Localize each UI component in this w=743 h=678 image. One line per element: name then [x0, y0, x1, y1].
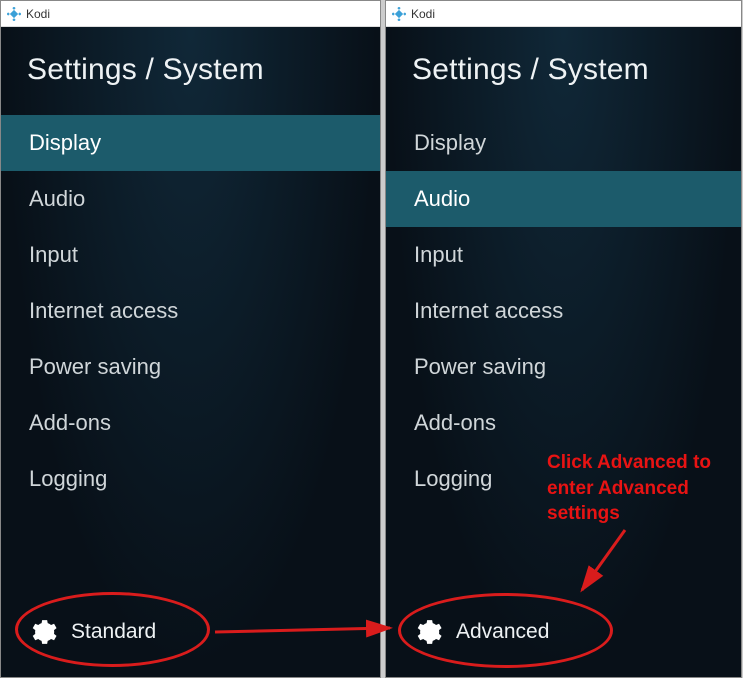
titlebar-text: Kodi [26, 7, 50, 21]
titlebar: Kodi [1, 1, 380, 27]
menu-item-display[interactable]: Display [1, 115, 380, 171]
menu-item-internet-access[interactable]: Internet access [386, 283, 741, 339]
settings-menu-right: Display Audio Input Internet access Powe… [386, 115, 741, 507]
kodi-logo-icon [392, 7, 406, 21]
titlebar-text: Kodi [411, 7, 435, 21]
mode-label: Advanced [456, 620, 549, 644]
menu-item-audio[interactable]: Audio [1, 171, 380, 227]
menu-item-input[interactable]: Input [1, 227, 380, 283]
kodi-window-right: Kodi Settings / System Display Audio Inp… [385, 0, 742, 678]
settings-mode-button-standard[interactable]: Standard [31, 619, 156, 645]
menu-item-display[interactable]: Display [386, 115, 741, 171]
mode-label: Standard [71, 620, 156, 644]
kodi-logo-icon [7, 7, 21, 21]
titlebar: Kodi [386, 1, 741, 27]
gear-icon [31, 619, 57, 645]
menu-item-logging[interactable]: Logging [386, 451, 741, 507]
menu-item-power-saving[interactable]: Power saving [386, 339, 741, 395]
kodi-window-left: Kodi Settings / System Display Audio Inp… [0, 0, 381, 678]
content-left: Settings / System Display Audio Input In… [1, 27, 380, 677]
page-title: Settings / System [1, 45, 380, 115]
menu-item-add-ons[interactable]: Add-ons [1, 395, 380, 451]
menu-item-internet-access[interactable]: Internet access [1, 283, 380, 339]
menu-item-audio[interactable]: Audio [386, 171, 741, 227]
menu-item-logging[interactable]: Logging [1, 451, 380, 507]
menu-item-add-ons[interactable]: Add-ons [386, 395, 741, 451]
page-title: Settings / System [386, 45, 741, 115]
gear-icon [416, 619, 442, 645]
menu-item-input[interactable]: Input [386, 227, 741, 283]
settings-menu-left: Display Audio Input Internet access Powe… [1, 115, 380, 507]
settings-mode-button-advanced[interactable]: Advanced [416, 619, 549, 645]
content-right: Settings / System Display Audio Input In… [386, 27, 741, 677]
menu-item-power-saving[interactable]: Power saving [1, 339, 380, 395]
